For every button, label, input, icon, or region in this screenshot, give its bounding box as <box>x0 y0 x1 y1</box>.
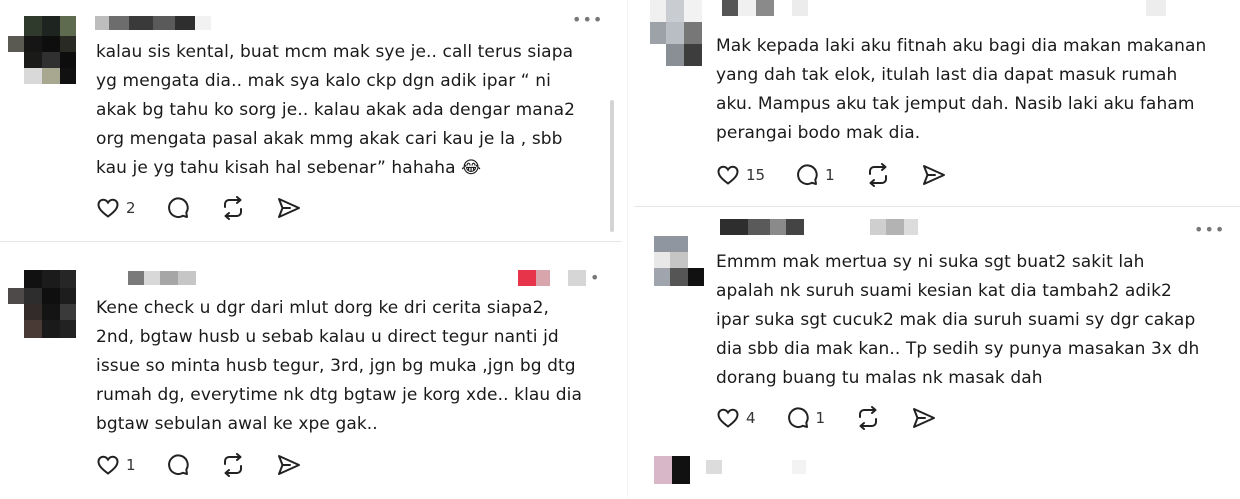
more-options-icon[interactable]: ••• <box>1194 220 1225 239</box>
action-bar: 1 <box>96 453 332 477</box>
comment-icon <box>167 197 189 219</box>
username[interactable] <box>95 16 265 30</box>
action-bar: 2 <box>96 196 332 220</box>
send-icon <box>277 455 300 475</box>
heart-icon <box>717 408 739 428</box>
username[interactable] <box>128 271 208 285</box>
reply-post: ••• kalau sis kental, buat mcm mak sye j… <box>0 0 622 240</box>
like-button[interactable]: 15 <box>716 163 765 187</box>
repost-button[interactable] <box>865 163 891 187</box>
repost-button[interactable] <box>855 406 881 430</box>
share-button[interactable] <box>276 453 302 477</box>
send-icon <box>277 198 300 218</box>
repost-icon <box>223 196 242 220</box>
reply-count: 1 <box>815 409 826 427</box>
right-panel: Mak kepada laki aku fitnah aku bagi dia … <box>634 0 1240 499</box>
post-text: kalau sis kental, buat mcm mak sye je.. … <box>96 42 576 178</box>
username[interactable] <box>722 0 812 16</box>
heart-icon <box>97 455 119 475</box>
comment-icon <box>797 164 818 186</box>
like-count: 4 <box>746 409 756 427</box>
share-button[interactable] <box>276 196 302 220</box>
repost-icon <box>223 453 242 477</box>
more-options-icon[interactable]: ••• <box>572 10 603 29</box>
redacted-timestamp <box>1146 0 1186 16</box>
avatar[interactable] <box>654 456 694 499</box>
like-count: 1 <box>126 456 136 474</box>
reply-post: Mak kepada laki aku fitnah aku bagi dia … <box>634 0 1240 200</box>
reply-post: ••• Emmm mak mertua sy ni suka sgt buat2… <box>634 214 1240 444</box>
action-bar: 4 1 <box>716 406 967 430</box>
heart-icon <box>717 165 739 185</box>
panel-gap <box>627 0 628 499</box>
reply-button[interactable]: 1 <box>786 406 826 430</box>
redacted-badge <box>518 270 592 286</box>
like-button[interactable]: 2 <box>96 196 136 220</box>
avatar[interactable] <box>654 236 704 286</box>
post-text: Mak kepada laki aku fitnah aku bagi dia … <box>716 36 1207 143</box>
like-button[interactable]: 4 <box>716 406 756 430</box>
action-bar: 15 1 <box>716 163 977 187</box>
avatar[interactable] <box>8 16 76 84</box>
reply-button[interactable] <box>166 453 190 477</box>
repost-button[interactable] <box>220 453 246 477</box>
avatar[interactable] <box>8 270 76 338</box>
repost-icon <box>868 163 887 187</box>
post-text: Emmm mak mertua sy ni suka sgt buat2 sak… <box>716 252 1200 388</box>
reply-button[interactable] <box>166 196 190 220</box>
username[interactable] <box>706 460 816 474</box>
scrollbar[interactable] <box>610 100 614 232</box>
post-text: Kene check u dgr dari mlut dorg ke dri c… <box>96 298 583 434</box>
username[interactable] <box>720 219 918 235</box>
more-options-icon[interactable]: • <box>590 268 600 287</box>
heart-icon <box>97 198 119 218</box>
repost-button[interactable] <box>220 196 246 220</box>
send-icon <box>913 408 936 428</box>
reply-post: • Kene check u dgr dari mlut dorg ke dri… <box>0 250 622 499</box>
left-panel: ••• kalau sis kental, buat mcm mak sye j… <box>0 0 622 499</box>
reply-button[interactable]: 1 <box>795 163 835 187</box>
divider <box>0 241 622 242</box>
comment-icon <box>787 407 809 429</box>
share-button[interactable] <box>921 163 947 187</box>
repost-icon <box>859 406 878 430</box>
like-count: 2 <box>126 199 136 217</box>
like-button[interactable]: 1 <box>96 453 136 477</box>
send-icon <box>922 165 945 185</box>
like-count: 15 <box>746 166 766 184</box>
divider <box>634 206 1240 207</box>
avatar[interactable] <box>650 0 702 66</box>
reply-count: 1 <box>825 166 835 184</box>
comment-icon <box>167 454 189 476</box>
share-button[interactable] <box>911 406 937 430</box>
